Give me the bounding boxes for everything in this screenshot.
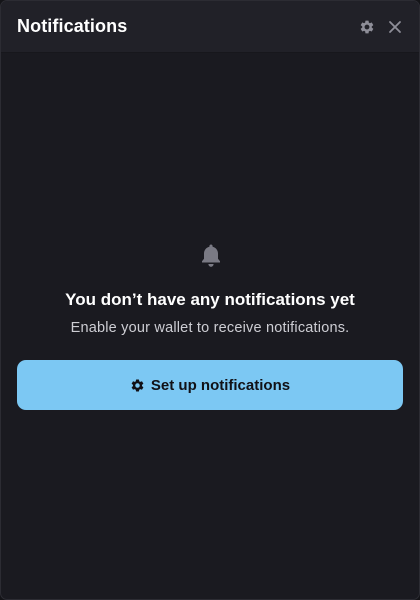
empty-state-title: You don’t have any notifications yet [65, 290, 355, 309]
close-icon [389, 21, 401, 33]
setup-notifications-button[interactable]: Set up notifications [17, 360, 403, 410]
panel-title: Notifications [17, 16, 128, 36]
gear-icon [360, 20, 374, 34]
empty-state-subtitle: Enable your wallet to receive notificati… [70, 320, 350, 336]
settings-button[interactable] [357, 17, 377, 37]
close-button[interactable] [385, 17, 405, 37]
notifications-panel: Notifications You don’t have any notific… [0, 0, 420, 600]
bell-icon [202, 244, 220, 267]
panel-header: Notifications [1, 1, 419, 53]
setup-notifications-label: Set up notifications [150, 376, 291, 394]
gear-icon [130, 378, 145, 393]
